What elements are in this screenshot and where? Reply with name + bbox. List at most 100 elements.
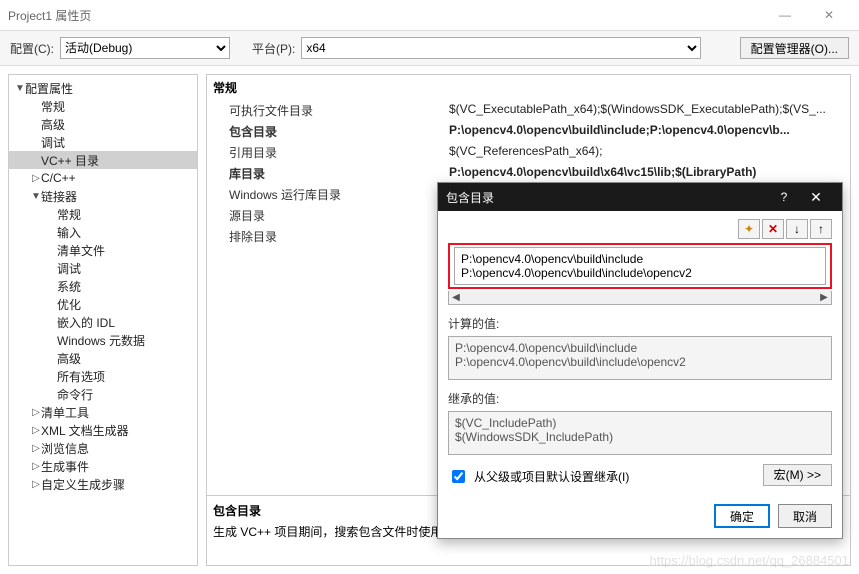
ok-button[interactable]: 确定 bbox=[714, 504, 770, 528]
tree-arrow-icon: ▼ bbox=[31, 191, 41, 202]
dialog-title: 包含目录 bbox=[446, 189, 494, 206]
grid-group-header: 常规 bbox=[207, 75, 850, 100]
tree-item[interactable]: 清单文件 bbox=[9, 241, 197, 259]
tree-item[interactable]: 调试 bbox=[9, 133, 197, 151]
tree-item-label: 清单工具 bbox=[41, 404, 89, 421]
tree-item-label: 自定义生成步骤 bbox=[41, 476, 125, 493]
tree-item[interactable]: VC++ 目录 bbox=[9, 151, 197, 169]
window-title: Project1 属性页 bbox=[8, 7, 91, 24]
config-manager-button[interactable]: 配置管理器(O)... bbox=[740, 37, 849, 59]
minimize-icon[interactable]: — bbox=[763, 0, 807, 30]
tree-item[interactable]: 常规 bbox=[9, 97, 197, 115]
horizontal-scrollbar[interactable]: ◀ ▶ bbox=[448, 291, 832, 305]
tree-item-label: 清单文件 bbox=[57, 242, 105, 259]
cancel-button[interactable]: 取消 bbox=[778, 504, 832, 528]
list-item: $(VC_IncludePath) bbox=[455, 416, 825, 430]
dialog-footer: 确定 取消 bbox=[438, 494, 842, 538]
scroll-left-icon[interactable]: ◀ bbox=[449, 292, 463, 303]
tree-item[interactable]: 常规 bbox=[9, 205, 197, 223]
tree-item-label: 优化 bbox=[57, 296, 81, 313]
computed-label: 计算的值: bbox=[448, 315, 832, 332]
tree-item-label: 浏览信息 bbox=[41, 440, 89, 457]
tree-arrow-icon: ▷ bbox=[31, 173, 41, 184]
tree-item[interactable]: ▷浏览信息 bbox=[9, 439, 197, 457]
property-row[interactable]: 可执行文件目录$(VC_ExecutablePath_x64);$(Window… bbox=[207, 100, 850, 121]
tree-item[interactable]: ▼配置属性 bbox=[9, 79, 197, 97]
tree-item[interactable]: ▷清单工具 bbox=[9, 403, 197, 421]
tree-item[interactable]: ▷自定义生成步骤 bbox=[9, 475, 197, 493]
inherit-checkbox[interactable] bbox=[452, 470, 465, 483]
scroll-right-icon[interactable]: ▶ bbox=[817, 292, 831, 303]
tree-item-label: 输入 bbox=[57, 224, 81, 241]
macros-button[interactable]: 宏(M) >> bbox=[763, 464, 832, 486]
tree-item[interactable]: ▷生成事件 bbox=[9, 457, 197, 475]
computed-values-box: P:\opencv4.0\opencv\build\includeP:\open… bbox=[448, 336, 832, 380]
property-row[interactable]: 包含目录P:\opencv4.0\opencv\build\include;P:… bbox=[207, 121, 850, 142]
platform-select[interactable]: x64 bbox=[301, 37, 701, 59]
property-key: 包含目录 bbox=[229, 123, 449, 140]
config-label: 配置(C): bbox=[10, 40, 54, 57]
property-tree[interactable]: ▼配置属性常规高级调试VC++ 目录▷C/C++▼链接器常规输入清单文件调试系统… bbox=[8, 74, 198, 566]
tree-item-label: 链接器 bbox=[41, 188, 77, 205]
tree-item[interactable]: ▼链接器 bbox=[9, 187, 197, 205]
tree-item-label: 常规 bbox=[57, 206, 81, 223]
list-item: P:\opencv4.0\opencv\build\include\opencv… bbox=[455, 355, 825, 369]
tree-arrow-icon: ▼ bbox=[15, 83, 25, 94]
move-down-icon[interactable]: ↓ bbox=[786, 219, 808, 239]
tree-item[interactable]: 调试 bbox=[9, 259, 197, 277]
close-icon[interactable]: ✕ bbox=[798, 189, 834, 206]
inherited-label: 继承的值: bbox=[448, 390, 832, 407]
tree-item-label: 系统 bbox=[57, 278, 81, 295]
move-up-icon[interactable]: ↑ bbox=[810, 219, 832, 239]
tree-item[interactable]: 所有选项 bbox=[9, 367, 197, 385]
new-line-icon[interactable]: ✦ bbox=[738, 219, 760, 239]
property-value: $(VC_ExecutablePath_x64);$(WindowsSDK_Ex… bbox=[449, 102, 844, 119]
property-row[interactable]: 库目录P:\opencv4.0\opencv\build\x64\vc15\li… bbox=[207, 163, 850, 184]
config-toolbar: 配置(C): 活动(Debug) 平台(P): x64 配置管理器(O)... bbox=[0, 30, 859, 66]
config-select[interactable]: 活动(Debug) bbox=[60, 37, 230, 59]
tree-item-label: 调试 bbox=[41, 134, 65, 151]
tree-item[interactable]: 输入 bbox=[9, 223, 197, 241]
tree-item-label: 高级 bbox=[41, 116, 65, 133]
tree-item[interactable]: 高级 bbox=[9, 115, 197, 133]
tree-arrow-icon: ▷ bbox=[31, 443, 41, 454]
property-row[interactable]: 引用目录$(VC_ReferencesPath_x64); bbox=[207, 142, 850, 163]
window-titlebar: Project1 属性页 — ✕ bbox=[0, 0, 859, 30]
dialog-titlebar: 包含目录 ? ✕ bbox=[438, 183, 842, 211]
help-icon[interactable]: ? bbox=[770, 190, 798, 204]
platform-label: 平台(P): bbox=[252, 40, 295, 57]
tree-item[interactable]: Windows 元数据 bbox=[9, 331, 197, 349]
tree-item[interactable]: ▷XML 文档生成器 bbox=[9, 421, 197, 439]
property-key: 源目录 bbox=[229, 207, 449, 224]
tree-item-label: 配置属性 bbox=[25, 80, 73, 97]
paths-listbox[interactable]: P:\opencv4.0\opencv\build\includeP:\open… bbox=[454, 247, 826, 285]
tree-item-label: C/C++ bbox=[41, 171, 76, 185]
tree-arrow-icon: ▷ bbox=[31, 407, 41, 418]
tree-item-label: 命令行 bbox=[57, 386, 93, 403]
tree-item-label: 高级 bbox=[57, 350, 81, 367]
include-dirs-dialog: 包含目录 ? ✕ ✦ ✕ ↓ ↑ P:\opencv4.0\opencv\bui… bbox=[437, 182, 843, 539]
inherited-values-box: $(VC_IncludePath)$(WindowsSDK_IncludePat… bbox=[448, 411, 832, 455]
tree-item-label: VC++ 目录 bbox=[41, 152, 99, 169]
tree-item[interactable]: 系统 bbox=[9, 277, 197, 295]
property-value: P:\opencv4.0\opencv\build\x64\vc15\lib;$… bbox=[449, 165, 844, 182]
close-icon[interactable]: ✕ bbox=[807, 0, 851, 30]
delete-icon[interactable]: ✕ bbox=[762, 219, 784, 239]
tree-item-label: XML 文档生成器 bbox=[41, 422, 129, 439]
list-toolbar: ✦ ✕ ↓ ↑ bbox=[448, 219, 832, 239]
highlighted-region: P:\opencv4.0\opencv\build\includeP:\open… bbox=[448, 243, 832, 289]
tree-arrow-icon: ▷ bbox=[31, 479, 41, 490]
tree-item-label: Windows 元数据 bbox=[57, 332, 145, 349]
tree-item-label: 生成事件 bbox=[41, 458, 89, 475]
tree-item-label: 调试 bbox=[57, 260, 81, 277]
tree-item[interactable]: 嵌入的 IDL bbox=[9, 313, 197, 331]
tree-item[interactable]: 命令行 bbox=[9, 385, 197, 403]
tree-item[interactable]: 高级 bbox=[9, 349, 197, 367]
property-key: 排除目录 bbox=[229, 228, 449, 245]
tree-arrow-icon: ▷ bbox=[31, 425, 41, 436]
list-item: $(WindowsSDK_IncludePath) bbox=[455, 430, 825, 444]
inherit-checkbox-label: 从父级或项目默认设置继承(I) bbox=[474, 468, 629, 485]
tree-item[interactable]: ▷C/C++ bbox=[9, 169, 197, 187]
tree-item[interactable]: 优化 bbox=[9, 295, 197, 313]
list-item: P:\opencv4.0\opencv\build\include\opencv… bbox=[461, 266, 819, 280]
